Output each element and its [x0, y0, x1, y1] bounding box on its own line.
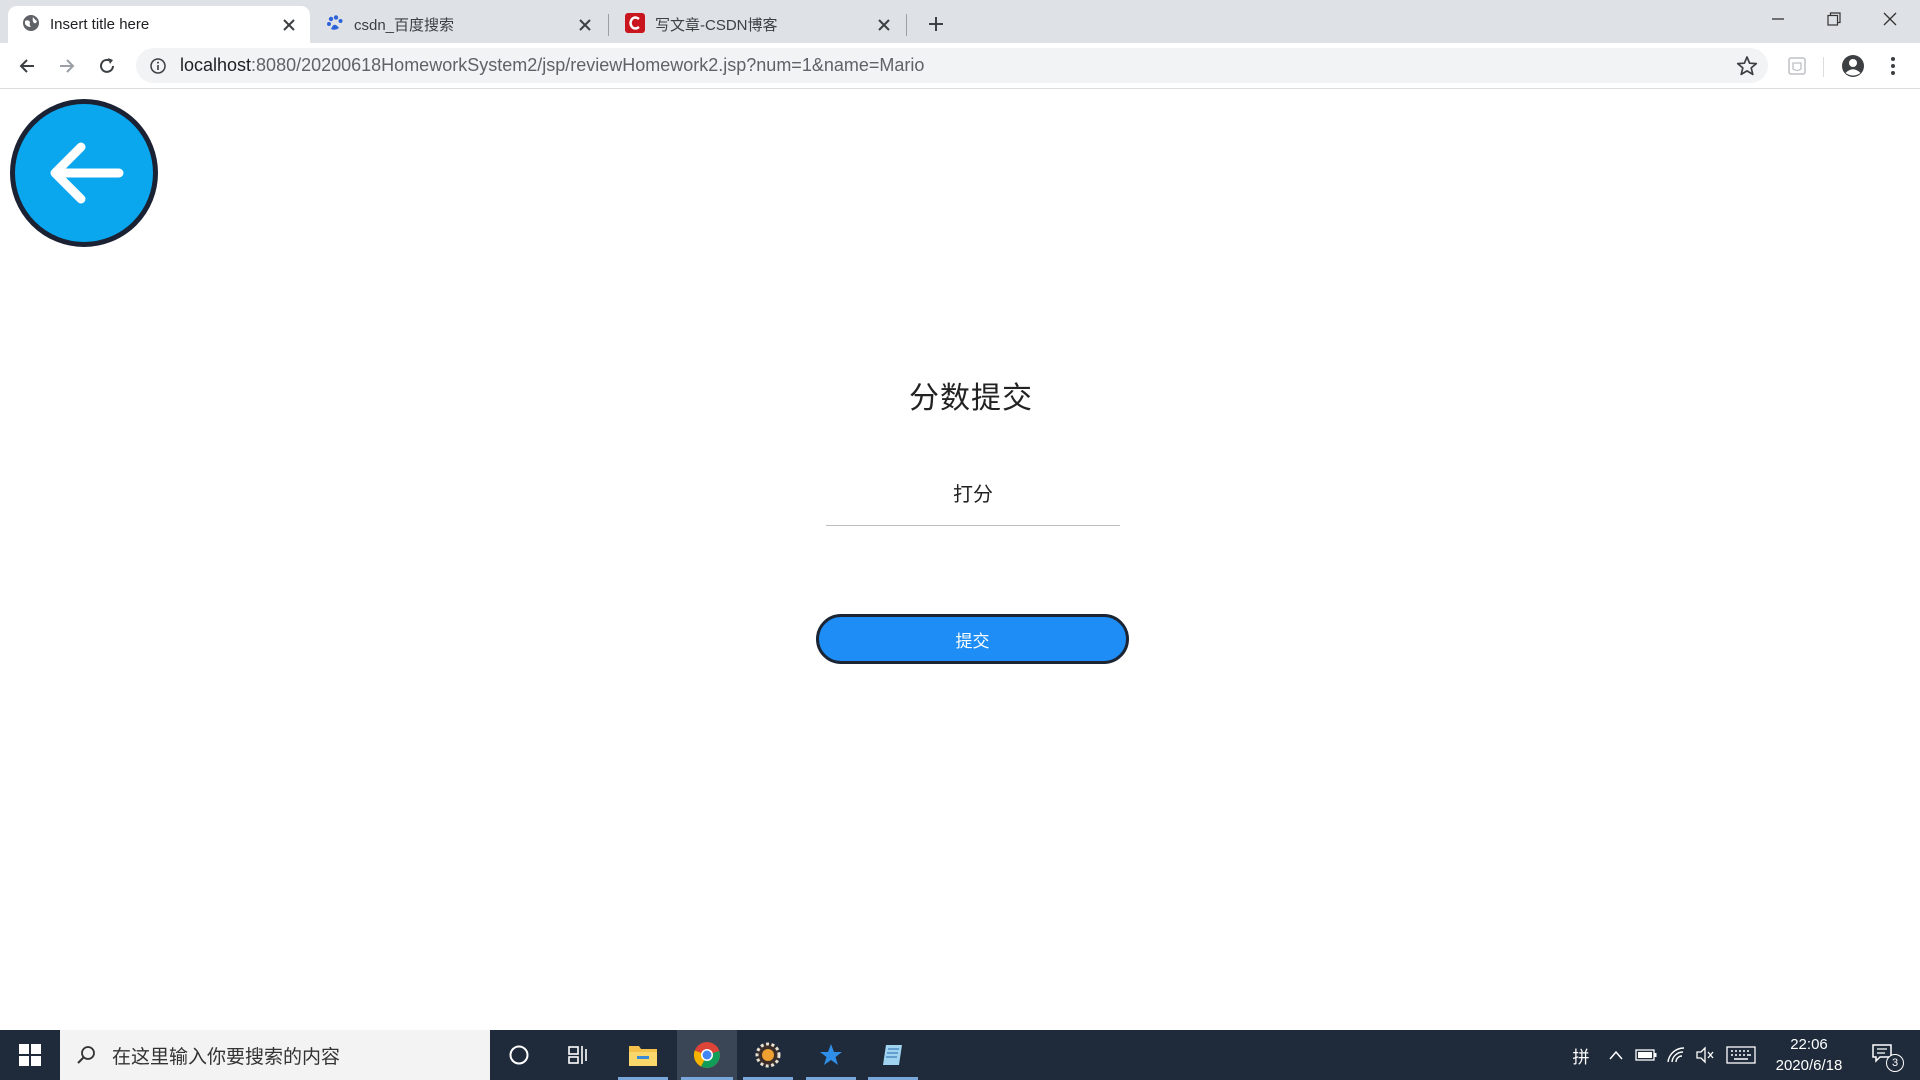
show-hidden-icons-button[interactable] — [1604, 1030, 1628, 1080]
csdn-logo-icon — [625, 12, 645, 37]
cortana-circle-icon — [509, 1045, 529, 1065]
browser-menu-button[interactable] — [1878, 51, 1908, 81]
wifi-icon — [1667, 1047, 1685, 1063]
tab-insert-title-here[interactable]: Insert title here — [8, 6, 310, 43]
eclipse-taskbar-button[interactable] — [739, 1030, 797, 1080]
task-view-icon — [568, 1046, 587, 1064]
pinned-app-notepad-button[interactable] — [864, 1030, 922, 1080]
browser-toolbar: localhost:8080/20200618HomeworkSystem2/j… — [0, 43, 1920, 89]
url-host: localhost — [180, 55, 252, 75]
restore-icon — [1827, 12, 1841, 26]
chrome-logo-icon — [693, 1042, 720, 1068]
tab-close-icon[interactable] — [280, 16, 298, 34]
cortana-button[interactable] — [490, 1030, 548, 1080]
toolbar-divider — [1823, 57, 1824, 77]
browser-tab-strip: Insert title here csdn_百度搜索 写文章-CSDN博客 — [0, 0, 1920, 43]
taskbar: 在这里输入你要搜索的内容 拼 22:06 2020/6/18 3 — [0, 1030, 1920, 1080]
plus-icon — [929, 17, 943, 31]
task-view-button[interactable] — [550, 1030, 608, 1080]
submit-button[interactable]: 提交 — [816, 614, 1129, 664]
bookmark-star-icon[interactable] — [1736, 55, 1758, 77]
windows-logo-icon — [19, 1044, 41, 1066]
forward-nav-button[interactable] — [52, 51, 82, 81]
action-center-button[interactable]: 3 — [1864, 1030, 1904, 1080]
reload-button[interactable] — [92, 51, 122, 81]
start-button[interactable] — [0, 1030, 60, 1080]
account-circle-icon — [1842, 55, 1864, 77]
url-text: localhost:8080/20200618HomeworkSystem2/j… — [180, 55, 924, 76]
back-button[interactable] — [10, 99, 158, 247]
file-explorer-button[interactable] — [614, 1030, 672, 1080]
new-tab-button[interactable] — [922, 10, 950, 38]
clock-date: 2020/6/18 — [1775, 1057, 1843, 1074]
blue-star-icon — [820, 1044, 842, 1065]
tab-title: csdn_百度搜索 — [354, 17, 455, 34]
battery-button[interactable] — [1633, 1030, 1659, 1080]
volume-muted-icon — [1696, 1046, 1714, 1064]
chrome-taskbar-button[interactable] — [677, 1030, 737, 1080]
tab-csdn-baidu-search[interactable]: csdn_百度搜索 — [312, 6, 606, 43]
tab-title: 写文章-CSDN博客 — [655, 17, 778, 34]
url-path: :8080/20200618HomeworkSystem2/jsp/review… — [251, 55, 925, 75]
search-icon — [74, 1043, 98, 1067]
tab-title: Insert title here — [50, 16, 150, 33]
tab-csdn-write-article[interactable]: 写文章-CSDN博客 — [611, 6, 905, 43]
volume-button[interactable] — [1692, 1030, 1718, 1080]
notification-count-badge: 3 — [1886, 1054, 1904, 1072]
kebab-menu-icon — [1891, 57, 1895, 75]
ime-indicator[interactable]: 拼 — [1568, 1030, 1594, 1080]
arrow-left-icon — [19, 59, 34, 73]
close-icon — [1883, 12, 1897, 26]
network-button[interactable] — [1663, 1030, 1689, 1080]
keyboard-icon — [1726, 1046, 1756, 1064]
minimize-icon — [1772, 18, 1784, 20]
arrow-right-icon — [60, 59, 75, 73]
tab-separator — [906, 14, 907, 36]
touch-keyboard-button[interactable] — [1724, 1030, 1758, 1080]
back-nav-button[interactable] — [12, 51, 42, 81]
page-title: 分数提交 — [909, 382, 1033, 415]
folder-icon — [629, 1046, 657, 1066]
tab-close-icon[interactable] — [875, 16, 893, 34]
battery-icon — [1635, 1049, 1657, 1061]
notepad-icon — [883, 1045, 902, 1065]
profile-button[interactable] — [1838, 51, 1868, 81]
taskbar-search-box[interactable]: 在这里输入你要搜索的内容 — [60, 1030, 490, 1080]
score-input[interactable] — [826, 466, 1120, 526]
extension-icon — [1788, 57, 1806, 75]
extension-button[interactable] — [1782, 51, 1812, 81]
arrow-left-icon — [50, 142, 124, 204]
minimize-button[interactable] — [1750, 0, 1806, 38]
chevron-up-icon — [1609, 1050, 1623, 1060]
clock-time: 22:06 — [1790, 1036, 1828, 1053]
taskbar-search-placeholder: 在这里输入你要搜索的内容 — [112, 1046, 341, 1068]
system-clock[interactable]: 22:06 2020/6/18 — [1764, 1034, 1854, 1076]
tab-close-icon[interactable] — [576, 16, 594, 34]
tab-separator — [608, 14, 609, 36]
globe-icon — [22, 14, 40, 36]
restore-button[interactable] — [1806, 0, 1862, 38]
eclipse-gear-icon — [755, 1042, 781, 1068]
reload-icon — [100, 58, 114, 73]
info-icon[interactable] — [148, 56, 168, 76]
pinned-app-star-button[interactable] — [802, 1030, 860, 1080]
close-window-button[interactable] — [1862, 0, 1918, 38]
baidu-paw-icon — [326, 14, 344, 36]
address-bar[interactable]: localhost:8080/20200618HomeworkSystem2/j… — [136, 48, 1768, 83]
